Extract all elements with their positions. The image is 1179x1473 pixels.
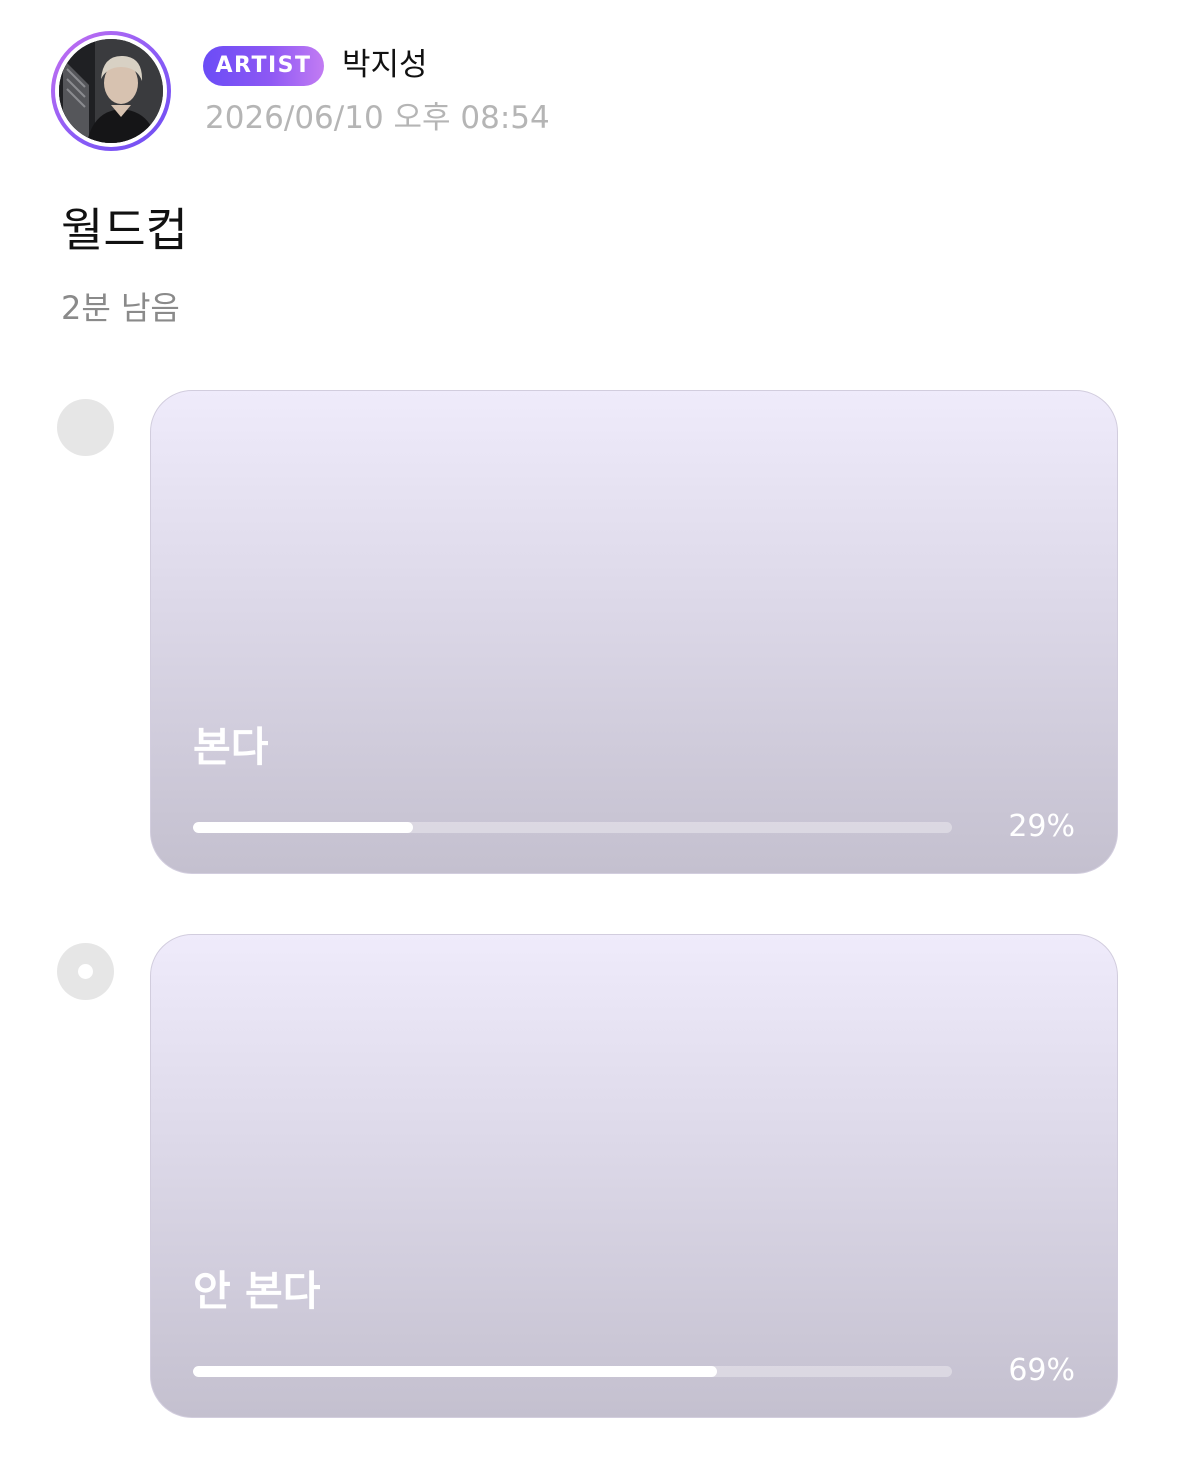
poll-title: 월드컵 <box>61 203 188 257</box>
radio-selected-icon[interactable] <box>57 943 114 1000</box>
avatar-photo <box>59 39 163 143</box>
post-timestamp: 2026/06/10 오후 08:54 <box>205 100 550 136</box>
poll-progress-fill <box>193 822 414 833</box>
poll-option-1[interactable]: 본다 29% <box>150 390 1118 874</box>
poll-option-label: 안 본다 <box>193 1267 321 1315</box>
avatar-photo-image <box>59 39 163 143</box>
radio-empty-icon[interactable] <box>57 399 114 456</box>
author-name[interactable]: 박지성 <box>342 44 428 86</box>
avatar-inner-ring <box>55 35 167 147</box>
poll-option-2[interactable]: 안 본다 69% <box>150 934 1118 1418</box>
poll-time-left: 2분 남음 <box>61 289 180 327</box>
poll-option-percent: 69% <box>1008 1353 1075 1388</box>
poll-progress-track <box>193 1366 952 1377</box>
poll-progress-fill <box>193 1366 717 1377</box>
poll-option-percent: 29% <box>1008 809 1075 844</box>
poll-option-label: 본다 <box>193 723 269 771</box>
avatar[interactable] <box>51 31 171 151</box>
poll-progress-track <box>193 822 952 833</box>
radio-selected-dot <box>78 964 93 979</box>
artist-badge: ARTIST <box>203 46 324 86</box>
